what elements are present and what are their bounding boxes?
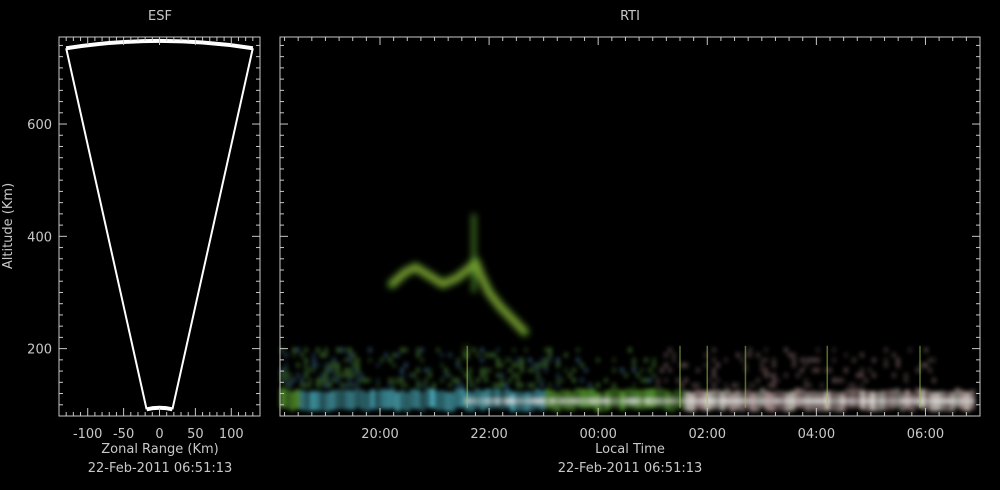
esf-x-tick-label: 50 (187, 427, 204, 442)
rti-date-text: 22-Feb-2011 06:51:13 (558, 461, 703, 476)
esf-panel: ESF 200 400 600 -100 -50 0 50 100 Zonal Range … (1, 9, 261, 476)
rti-title: RTI (620, 9, 640, 24)
esf-title: ESF (148, 9, 172, 24)
esf-fan-outline (65, 38, 254, 412)
rti-x-tick-label: 20:00 (361, 427, 398, 442)
rti-x-tick-label: 00:00 (579, 427, 616, 442)
esf-x-tick-label: -50 (113, 427, 134, 442)
esf-x-axis-label: Zonal Range (Km) (101, 442, 218, 457)
rti-x-tick-label: 06:00 (907, 427, 944, 442)
rti-x-tick-label: 04:00 (798, 427, 835, 442)
esf-x-tick-label: -100 (73, 427, 103, 442)
esf-y-axis: 200 400 600 (27, 44, 260, 406)
esf-date-text: 22-Feb-2011 06:51:13 (88, 461, 233, 476)
echo-e-region-band (280, 387, 975, 413)
esf-y-tick-label: 600 (27, 118, 52, 133)
rti-x-axis-label: Local Time (595, 442, 665, 457)
fan-sides (65, 48, 254, 410)
echo-f-region-plume (387, 213, 529, 360)
esf-x-tick-label: 100 (219, 427, 244, 442)
esf-y-tick-label: 200 (27, 343, 52, 358)
rti-x-tick-label: 02:00 (689, 427, 726, 442)
rti-x-tick-label: 22:00 (470, 427, 507, 442)
rti-echo-image (280, 213, 975, 413)
figure: ESF 200 400 600 -100 -50 0 50 100 Zonal Range … (1, 9, 981, 476)
echo-low-altitude-clutter (280, 347, 936, 388)
esf-x-axis: -100 -50 0 50 100 (65, 37, 254, 442)
esf-y-tick-label: 400 (27, 230, 52, 245)
esf-plot-frame (58, 36, 261, 417)
rti-panel: RTI 20:00 22:00 00:00 02:00 04:00 06:00 Local… (279, 9, 981, 476)
esf-y-axis-label: Altitude (Km) (1, 183, 16, 269)
esf-x-tick-label: 0 (155, 427, 163, 442)
